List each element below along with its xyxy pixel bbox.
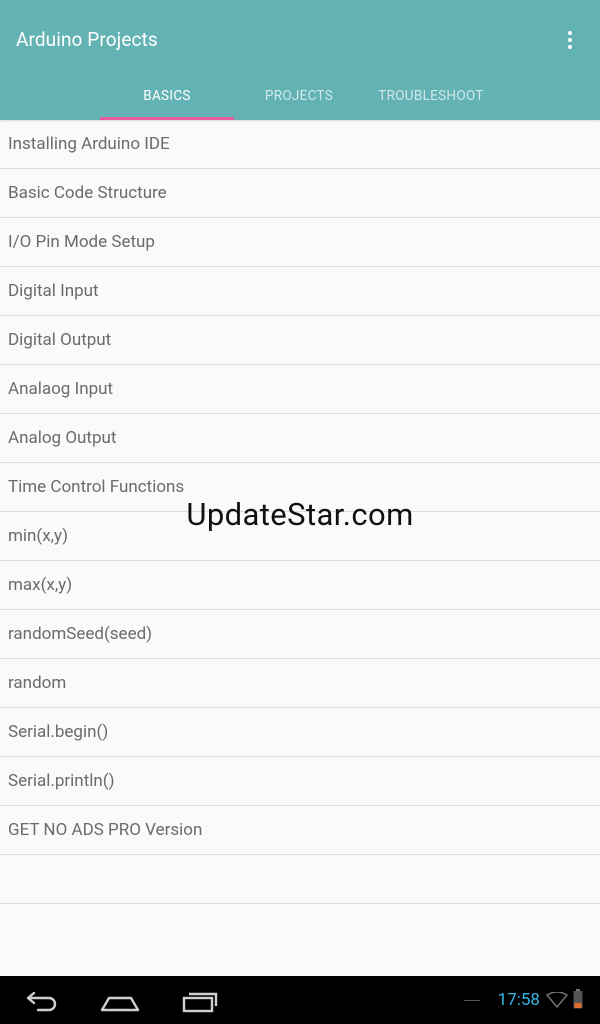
list-item[interactable]: Digital Input bbox=[0, 267, 600, 316]
list-item[interactable]: Serial.begin() bbox=[0, 708, 600, 757]
list-item[interactable]: Analog Output bbox=[0, 414, 600, 463]
list-item[interactable]: randomSeed(seed) bbox=[0, 610, 600, 659]
list-item[interactable]: max(x,y) bbox=[0, 561, 600, 610]
battery-icon bbox=[573, 989, 583, 1009]
tab-bar: BASICS PROJECTS TROUBLESHOOT bbox=[100, 78, 500, 120]
app-title: Arduino Projects bbox=[16, 28, 158, 51]
tab-projects[interactable]: PROJECTS bbox=[232, 78, 366, 120]
app-bar: Arduino Projects BASICS PROJECTS TROUBLE… bbox=[0, 0, 600, 120]
home-icon[interactable] bbox=[98, 984, 142, 1016]
list-item[interactable]: random bbox=[0, 659, 600, 708]
list-item[interactable]: Analaog Input bbox=[0, 365, 600, 414]
list-item[interactable]: Installing Arduino IDE bbox=[0, 120, 600, 169]
tab-basics[interactable]: BASICS bbox=[100, 78, 234, 120]
status-clock: 17:58 bbox=[497, 990, 540, 1010]
watermark: UpdateStar.com bbox=[186, 496, 414, 533]
tab-troubleshoot[interactable]: TROUBLESHOOT bbox=[364, 78, 498, 120]
status-divider bbox=[464, 1000, 480, 1001]
list-item[interactable]: Digital Output bbox=[0, 316, 600, 365]
back-icon[interactable] bbox=[18, 984, 62, 1016]
list-item[interactable]: I/O Pin Mode Setup bbox=[0, 218, 600, 267]
wifi-icon bbox=[546, 991, 568, 1008]
recents-icon[interactable] bbox=[178, 984, 222, 1016]
list-empty-row bbox=[0, 855, 600, 904]
list-item[interactable]: Basic Code Structure bbox=[0, 169, 600, 218]
overflow-menu-icon[interactable] bbox=[558, 28, 582, 52]
list-item-pro-upgrade[interactable]: GET NO ADS PRO Version bbox=[0, 806, 600, 855]
list-item[interactable]: Serial.println() bbox=[0, 757, 600, 806]
system-nav-bar: 17:58 bbox=[0, 976, 600, 1024]
